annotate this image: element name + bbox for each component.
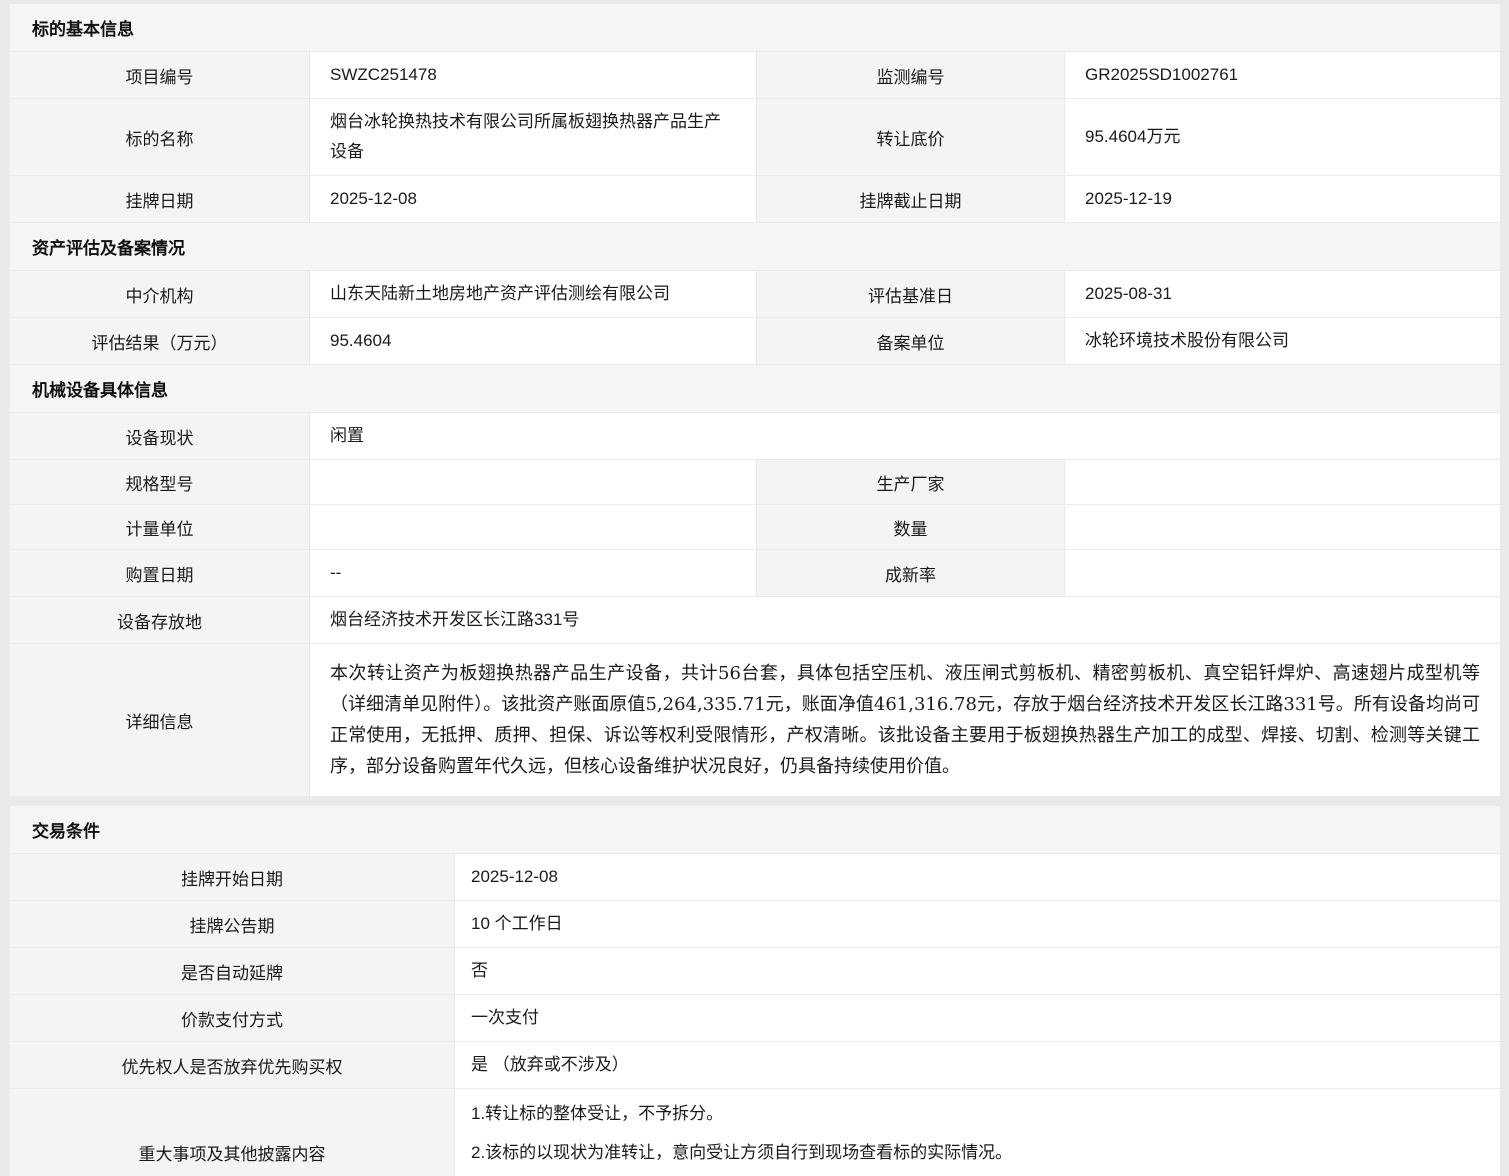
field-label: 备案单位 (757, 318, 1065, 364)
field-label: 详细信息 (10, 644, 310, 796)
field-value: 烟台冰轮换热技术有限公司所属板翅换热器产品生产设备 (310, 99, 757, 175)
field-value: 2025-12-08 (310, 176, 757, 222)
field-label: 优先权人是否放弃优先购买权 (10, 1042, 455, 1088)
page: 标的基本信息 项目编号SWZC251478监测编号GR2025SD1002761… (0, 0, 1509, 1176)
table-row: 规格型号 生产厂家 (10, 460, 1500, 505)
field-value: SWZC251478 (310, 52, 757, 98)
table-row: 重大事项及其他披露内容1.转让标的整体受让，不予拆分。2.该标的以现状为准转让，… (10, 1089, 1500, 1176)
field-label: 成新率 (757, 550, 1065, 596)
table-row: 标的名称烟台冰轮换热技术有限公司所属板翅换热器产品生产设备转让底价95.4604… (10, 99, 1500, 176)
section-asset-evaluation: 资产评估及备案情况 中介机构山东天陆新土地房地产资产评估测绘有限公司评估基准日2… (10, 223, 1500, 365)
field-label: 价款支付方式 (10, 995, 455, 1041)
trade-conditions-card: 交易条件 挂牌开始日期2025-12-08挂牌公告期10 个工作日是否自动延牌否… (10, 806, 1500, 1176)
disclosure-line: 1.转让标的整体受让，不予拆分。 (471, 1094, 1484, 1133)
section-divider (10, 797, 1500, 806)
field-label: 数量 (757, 505, 1065, 549)
field-value: 95.4604 (310, 318, 757, 364)
field-value: 烟台经济技术开发区长江路331号 (310, 597, 1500, 643)
field-label: 标的名称 (10, 99, 310, 175)
info-table-card: 标的基本信息 项目编号SWZC251478监测编号GR2025SD1002761… (10, 4, 1500, 797)
table-row: 挂牌公告期10 个工作日 (10, 901, 1500, 948)
table-row: 设备存放地烟台经济技术开发区长江路331号 (10, 597, 1500, 644)
field-label: 挂牌日期 (10, 176, 310, 222)
field-value: 1.转让标的整体受让，不予拆分。2.该标的以现状为准转让，意向受让方须自行到现场… (455, 1089, 1500, 1176)
field-value: 2025-12-08 (455, 854, 1500, 900)
table-row: 详细信息本次转让资产为板翅换热器产品生产设备，共计56台套，具体包括空压机、液压… (10, 644, 1500, 797)
field-label: 购置日期 (10, 550, 310, 596)
field-label: 评估基准日 (757, 271, 1065, 317)
field-value: 山东天陆新土地房地产资产评估测绘有限公司 (310, 271, 757, 317)
section-rows: 中介机构山东天陆新土地房地产资产评估测绘有限公司评估基准日2025-08-31评… (10, 271, 1500, 365)
field-value: GR2025SD1002761 (1065, 52, 1500, 98)
section-trade-conditions: 交易条件 挂牌开始日期2025-12-08挂牌公告期10 个工作日是否自动延牌否… (10, 806, 1500, 1176)
field-label: 挂牌开始日期 (10, 854, 455, 900)
field-value: 一次支付 (455, 995, 1500, 1041)
table-row: 设备现状闲置 (10, 413, 1500, 460)
field-label: 是否自动延牌 (10, 948, 455, 994)
table-row: 优先权人是否放弃优先购买权是 （放弃或不涉及） (10, 1042, 1500, 1089)
field-value: 本次转让资产为板翅换热器产品生产设备，共计56台套，具体包括空压机、液压闸式剪板… (310, 644, 1500, 796)
section-title: 资产评估及备案情况 (10, 223, 1500, 271)
disclosure-line: 2.该标的以现状为准转让，意向受让方须自行到现场查看标的实际情况。 (471, 1133, 1484, 1172)
field-value (1065, 460, 1500, 504)
section-rows: 项目编号SWZC251478监测编号GR2025SD1002761标的名称烟台冰… (10, 52, 1500, 223)
section-rows: 挂牌开始日期2025-12-08挂牌公告期10 个工作日是否自动延牌否价款支付方… (10, 854, 1500, 1176)
table-row: 挂牌日期2025-12-08挂牌截止日期2025-12-19 (10, 176, 1500, 223)
field-label: 挂牌公告期 (10, 901, 455, 947)
field-label: 计量单位 (10, 505, 310, 549)
table-row: 挂牌开始日期2025-12-08 (10, 854, 1500, 901)
table-row: 项目编号SWZC251478监测编号GR2025SD1002761 (10, 52, 1500, 99)
field-value (1065, 505, 1500, 549)
field-label: 重大事项及其他披露内容 (10, 1089, 455, 1176)
section-basic-info: 标的基本信息 项目编号SWZC251478监测编号GR2025SD1002761… (10, 4, 1500, 223)
field-value (1065, 550, 1500, 596)
field-value: 2025-08-31 (1065, 271, 1500, 317)
field-label: 项目编号 (10, 52, 310, 98)
table-row: 是否自动延牌否 (10, 948, 1500, 995)
section-rows: 设备现状闲置规格型号生产厂家计量单位数量购置日期--成新率设备存放地烟台经济技术… (10, 413, 1500, 797)
section-title: 交易条件 (10, 806, 1500, 854)
section-title: 机械设备具体信息 (10, 365, 1500, 413)
field-label: 中介机构 (10, 271, 310, 317)
field-label: 设备现状 (10, 413, 310, 459)
field-label: 转让底价 (757, 99, 1065, 175)
section-title: 标的基本信息 (10, 4, 1500, 52)
field-label: 设备存放地 (10, 597, 310, 643)
field-label: 评估结果（万元） (10, 318, 310, 364)
field-value: 95.4604万元 (1065, 99, 1500, 175)
field-value: 否 (455, 948, 1500, 994)
field-value: 闲置 (310, 413, 1500, 459)
table-row: 中介机构山东天陆新土地房地产资产评估测绘有限公司评估基准日2025-08-31 (10, 271, 1500, 318)
table-row: 购置日期--成新率 (10, 550, 1500, 597)
field-value (310, 460, 757, 504)
section-equipment-info: 机械设备具体信息 设备现状闲置规格型号生产厂家计量单位数量购置日期--成新率设备… (10, 365, 1500, 797)
field-value: 冰轮环境技术股份有限公司 (1065, 318, 1500, 364)
field-label: 规格型号 (10, 460, 310, 504)
field-value: 2025-12-19 (1065, 176, 1500, 222)
table-row: 价款支付方式一次支付 (10, 995, 1500, 1042)
field-value (310, 505, 757, 549)
table-row: 计量单位 数量 (10, 505, 1500, 550)
field-label: 挂牌截止日期 (757, 176, 1065, 222)
table-row: 评估结果（万元）95.4604备案单位冰轮环境技术股份有限公司 (10, 318, 1500, 365)
disclosure-line: 3.其他重大事项详见天陆新资评烟报字[2025]第027号《资产评估报告》及明细… (471, 1172, 1484, 1176)
field-label: 监测编号 (757, 52, 1065, 98)
field-value: 是 （放弃或不涉及） (455, 1042, 1500, 1088)
field-value: -- (310, 550, 757, 596)
field-label: 生产厂家 (757, 460, 1065, 504)
field-value: 10 个工作日 (455, 901, 1500, 947)
